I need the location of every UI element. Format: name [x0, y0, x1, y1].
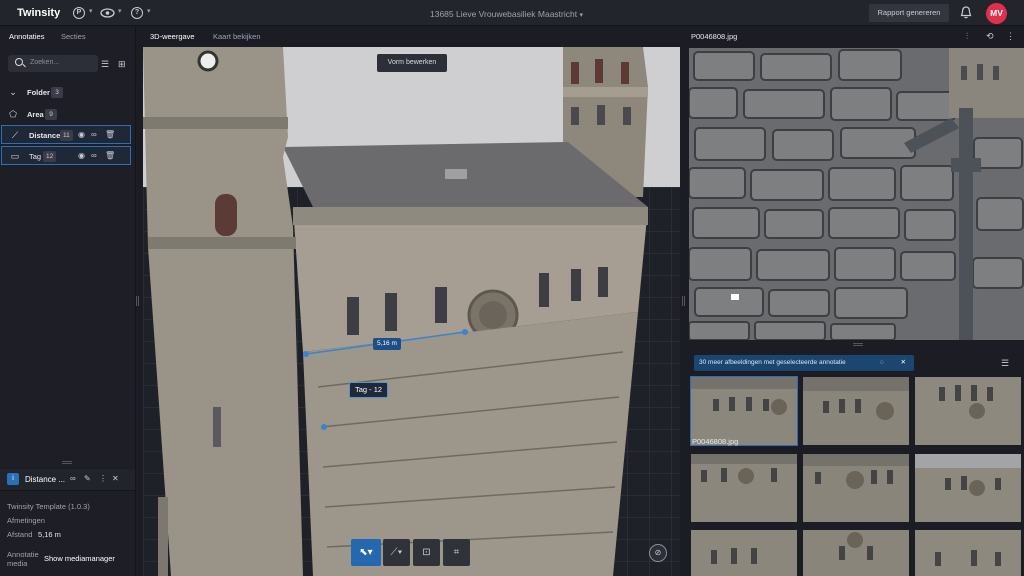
section-title: Afmetingen — [7, 516, 45, 525]
thumbnail[interactable] — [690, 376, 798, 446]
search-icon — [15, 58, 23, 66]
detail-header: i Distance ... ∞ ✎ ⋮ ✕ — [0, 469, 135, 491]
chevron-down-icon: ⌄ — [9, 87, 17, 97]
eye-icon[interactable]: ◉ — [78, 130, 85, 139]
edit-shape-button[interactable]: Vorm bewerken — [377, 54, 447, 72]
view-tabs: 3D-weergave Kaart bekijken — [143, 27, 680, 47]
link-icon[interactable]: ∞ — [91, 151, 97, 160]
resize-handle[interactable] — [682, 296, 685, 306]
stone-wall — [689, 48, 1024, 340]
filter-icon[interactable]: ☰ — [101, 59, 109, 70]
search-placeholder: Zoeken... — [30, 59, 60, 66]
search-input[interactable]: Zoeken... — [8, 55, 98, 72]
new-folder-icon[interactable]: ⊞ — [118, 59, 126, 70]
measure-tool-button[interactable]: ⟋▾ — [383, 539, 410, 566]
area-icon: ⬠ — [9, 109, 17, 119]
link-icon[interactable]: ∞ — [91, 130, 97, 139]
count-badge: 12 — [43, 151, 57, 162]
tree-item-label: Area — [27, 110, 44, 119]
trash-icon[interactable]: 🗑 — [105, 130, 115, 139]
tab-secties[interactable]: Secties — [61, 32, 86, 41]
eye-icon[interactable] — [100, 8, 115, 18]
banner-text: 30 meer afbeeldingen met geselecteerde a… — [699, 359, 846, 366]
project-title-text: 13685 Lieve Vrouwebasiliek Maastricht — [430, 9, 578, 19]
tree-item-label: Folder — [27, 88, 50, 97]
tree-item-label: Tag — [29, 152, 42, 161]
thumbnail[interactable] — [803, 377, 909, 445]
tab-3d-view[interactable]: 3D-weergave — [150, 32, 195, 41]
thumbnail[interactable] — [915, 377, 1021, 445]
p-icon[interactable]: P — [73, 7, 85, 19]
resize-handle[interactable] — [136, 296, 139, 306]
annotations-panel: Annotaties Secties Zoeken... ☰ ⊞ ⌄ Folde… — [0, 27, 136, 576]
more-icon[interactable]: ⋮ — [99, 474, 107, 483]
avatar[interactable]: MV — [986, 3, 1007, 24]
edit-icon[interactable]: ✎ — [84, 474, 91, 483]
basilica-model — [143, 47, 648, 576]
wall-photo[interactable] — [689, 48, 1024, 340]
info-icon[interactable]: ◌ — [880, 355, 884, 371]
annotation-detail: i Distance ... ∞ ✎ ⋮ ✕ Twinsity Template… — [0, 469, 135, 576]
template-name: Twinsity Template (1.0.3) — [7, 502, 90, 511]
left-tabs: Annotaties Secties — [0, 27, 135, 47]
close-icon[interactable]: ✕ — [901, 355, 906, 371]
rotate-icon[interactable]: ⟲ — [986, 31, 994, 42]
image-header: P0046808.jpg ⫶ ⟲ ⋮ — [688, 27, 1024, 47]
tag-label[interactable]: Tag - 12 — [349, 382, 389, 398]
detail-title: Distance ... — [25, 475, 66, 484]
crop-tool-button[interactable]: ⌗ — [443, 539, 470, 566]
eye-icon[interactable]: ◉ — [78, 151, 85, 160]
filter-icon[interactable]: ☰ — [1001, 358, 1009, 369]
3d-viewport[interactable]: Vorm bewerken 5,16 m Tag - 12 ⬉▾ ⟋▾ ⊡ ⌗ … — [143, 47, 680, 576]
top-bar: Twinsity P ▾ ▾ ? ▾ 13685 Lieve Vrouwebas… — [0, 0, 1024, 26]
chevron-down-icon[interactable]: ▾ — [147, 7, 151, 15]
sliders-icon[interactable]: ⫶ — [966, 31, 968, 42]
thumbnail-caption: P0046808.jpg — [692, 437, 739, 446]
generate-report-button[interactable]: Rapport genereren — [869, 4, 949, 22]
thumbnail[interactable] — [915, 454, 1021, 522]
thumbnail[interactable] — [691, 454, 797, 522]
more-icon[interactable]: ⋮ — [1006, 31, 1015, 42]
bell-icon[interactable] — [960, 6, 972, 19]
tree-item-area[interactable]: ⬠ Area 9 — [0, 105, 130, 124]
close-icon[interactable]: ✕ — [112, 474, 119, 483]
distance-icon: ⟋ — [11, 130, 19, 140]
field-value: 5,16 m — [38, 530, 61, 539]
tab-annotaties[interactable]: Annotaties — [9, 32, 44, 41]
trash-icon[interactable]: 🗑 — [105, 151, 115, 160]
media-label: Annotatie media — [7, 550, 39, 568]
tree-item-label: Distance — [29, 131, 61, 140]
thumbnail[interactable] — [803, 530, 909, 576]
thumbnail[interactable] — [915, 530, 1021, 576]
tree-item-folder[interactable]: ⌄ Folder 3 — [0, 83, 130, 102]
tree-item-tag[interactable]: ▭ Tag 12 ◉ ∞ 🗑 — [1, 146, 131, 165]
show-mediamanager-button[interactable]: Show mediamanager — [44, 554, 115, 563]
count-badge: 9 — [45, 109, 57, 120]
help-icon[interactable]: ? — [131, 7, 143, 19]
count-badge: 3 — [51, 87, 63, 98]
related-images-banner: 30 meer afbeeldingen met geselecteerde a… — [694, 355, 914, 371]
count-badge: 11 — [60, 130, 73, 141]
chevron-down-icon[interactable]: ▾ — [89, 7, 93, 15]
resize-handle[interactable] — [853, 343, 863, 346]
tab-map-view[interactable]: Kaart bekijken — [213, 32, 261, 41]
media-panel: P0046808.jpg ⫶ ⟲ ⋮ 30 meer afbeeldingen … — [688, 27, 1024, 576]
comment-tool-button[interactable]: ⊡ — [413, 539, 440, 566]
brand-logo[interactable]: Twinsity — [17, 7, 60, 19]
select-tool-button[interactable]: ⬉▾ — [351, 539, 381, 566]
distance-label[interactable]: 5,16 m — [373, 338, 401, 350]
project-title[interactable]: 13685 Lieve Vrouwebasiliek Maastricht ▾ — [430, 9, 583, 19]
comment-icon: ▭ — [10, 151, 20, 161]
thumbnail[interactable] — [691, 530, 797, 576]
info-icon: i — [7, 473, 19, 485]
image-name: P0046808.jpg — [691, 32, 738, 41]
tree-item-distance[interactable]: ⟋ Distance 11 ◉ ∞ 🗑 — [1, 125, 131, 144]
field-label: Afstand — [7, 530, 33, 539]
chevron-down-icon[interactable]: ▾ — [118, 7, 122, 15]
thumbnail[interactable] — [803, 454, 909, 522]
resize-handle[interactable] — [62, 461, 72, 464]
compass-icon[interactable]: ⊘ — [649, 544, 667, 562]
link-icon[interactable]: ∞ — [70, 474, 76, 483]
